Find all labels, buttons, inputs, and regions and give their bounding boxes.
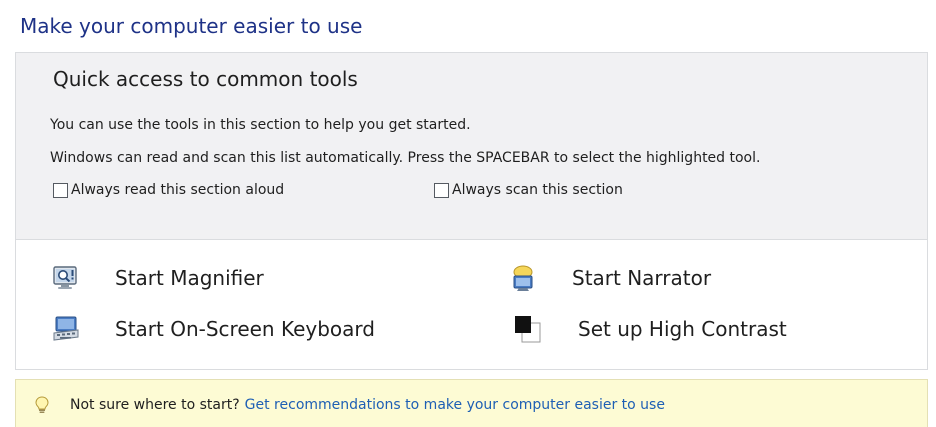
tip-text: Not sure where to start? — [70, 397, 240, 413]
scan-instructions: Windows can read and scan this list auto… — [50, 150, 761, 166]
high-contrast-icon — [515, 316, 541, 343]
set-up-high-contrast-link[interactable]: Set up High Contrast — [513, 315, 787, 343]
section-description: You can use the tools in this section to… — [50, 117, 471, 133]
read-aloud-checkbox-box[interactable] — [53, 182, 68, 198]
scan-section-checkbox[interactable]: Always scan this section — [434, 182, 623, 198]
magnifier-icon — [53, 266, 77, 289]
read-aloud-checkbox-label: Always read this section aloud — [71, 182, 285, 198]
ease-of-access-page: Make your computer easier to use Quick a… — [0, 0, 936, 427]
start-narrator-label: Start Narrator — [572, 266, 712, 290]
start-narrator-link[interactable]: Start Narrator — [509, 264, 711, 292]
tip-bar: Not sure where to start? Get recommendati… — [15, 379, 928, 427]
start-on-screen-keyboard-link[interactable]: Start On-Screen Keyboard — [52, 315, 375, 343]
scan-section-checkbox-label: Always scan this section — [452, 182, 623, 198]
section-heading: Quick access to common tools — [53, 67, 358, 91]
read-aloud-checkbox[interactable]: Always read this section aloud — [53, 182, 284, 198]
start-magnifier-link[interactable]: Start Magnifier — [52, 264, 264, 292]
quick-access-header: Quick access to common tools You can use… — [16, 53, 927, 240]
recommendations-link[interactable]: Get recommendations to make your compute… — [245, 397, 665, 413]
narrator-icon — [513, 265, 533, 291]
start-on-screen-keyboard-label: Start On-Screen Keyboard — [115, 317, 375, 341]
set-up-high-contrast-label: Set up High Contrast — [578, 317, 787, 341]
scan-section-checkbox-box[interactable] — [434, 182, 449, 198]
tip-text-row: Not sure where to start? Get recommendati… — [70, 397, 665, 413]
keyboard-icon — [53, 316, 79, 341]
page-title: Make your computer easier to use — [20, 14, 363, 38]
start-magnifier-label: Start Magnifier — [115, 266, 264, 290]
quick-access-panel: Quick access to common tools You can use… — [15, 52, 928, 370]
lightbulb-icon — [35, 396, 49, 413]
